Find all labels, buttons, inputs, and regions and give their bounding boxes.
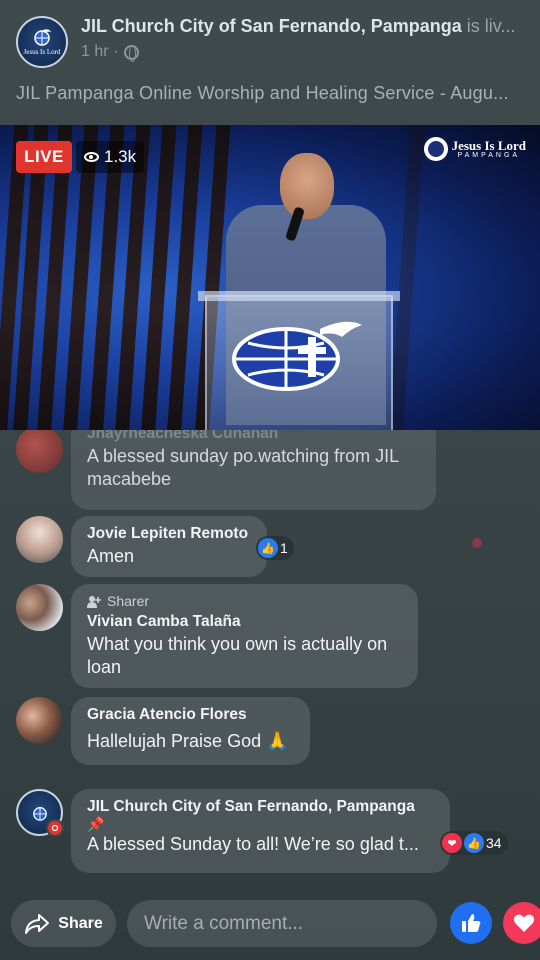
brand-name: Jesus Is Lord (451, 138, 526, 153)
thumbs-up-icon (462, 914, 481, 932)
sharer-label: Sharer (107, 593, 150, 609)
sharer-icon (87, 595, 101, 608)
like-button[interactable] (450, 902, 492, 944)
sharer-badge: Sharer (87, 593, 402, 609)
comment-text: A blessed sunday po.watching from JIL ma… (87, 446, 399, 489)
comment-text: Hallelujah Praise God 🙏 (87, 731, 289, 751)
page-name[interactable]: JIL Church City of San Fernando, Pampang… (81, 16, 462, 36)
jil-logo-icon (34, 29, 51, 46)
love-button[interactable] (503, 902, 540, 944)
comment-bubble[interactable]: Jovie Lepiten Remoto Amen (71, 516, 267, 577)
commenter-name[interactable]: Vivian Camba Talaña (87, 613, 402, 631)
commenter-avatar[interactable] (16, 584, 63, 631)
live-indicator-icon (46, 819, 64, 837)
viewer-count: 1.3k (104, 147, 137, 166)
brand-location: PAMPANGA (457, 152, 521, 159)
live-status-text: is liv... (466, 16, 516, 36)
comment-text: What you think you own is actually on lo… (87, 634, 388, 677)
commenter-name[interactable]: Jovie Lepiten Remoto (87, 525, 251, 543)
comment-text: A blessed Sunday to all! We’re so glad t… (87, 834, 419, 854)
brand-logo-icon (423, 137, 448, 161)
share-button[interactable]: Share (11, 900, 116, 947)
post-header: Jesus Is Lord JIL Church City of San Fer… (0, 0, 540, 125)
speaker-head (280, 153, 334, 219)
bottom-action-bar: Share (0, 893, 540, 960)
eye-icon (84, 152, 99, 162)
jil-logo-icon (32, 806, 47, 821)
reaction-summary[interactable]: ❤ 👍 34 (440, 831, 508, 855)
reaction-summary[interactable]: 👍 1 (256, 536, 294, 560)
share-arrow-icon (25, 913, 50, 934)
broadcast-watermark: Jesus Is Lord PAMPANGA (423, 137, 526, 161)
page-avatar[interactable]: Jesus Is Lord (16, 16, 68, 68)
pin-icon: 📌 (87, 816, 105, 832)
commenter-avatar[interactable] (16, 516, 63, 563)
commenter-name[interactable]: Gracia Atencio Flores (87, 706, 294, 724)
video-title[interactable]: JIL Pampanga Online Worship and Healing … (16, 83, 526, 104)
comment-bubble[interactable]: Sharer Vivian Camba Talaña What you thin… (71, 584, 418, 688)
love-reaction-icon: ❤ (442, 833, 462, 853)
like-reaction-icon: 👍 (258, 538, 278, 558)
podium-logo-icon (232, 321, 362, 391)
comment-bubble[interactable]: JIL Church City of San Fernando, Pampang… (71, 789, 450, 873)
commenter-avatar[interactable] (16, 430, 63, 473)
comment-bubble[interactable]: Gracia Atencio Flores Hallelujah Praise … (71, 697, 310, 765)
heart-icon (513, 914, 535, 932)
like-reaction-icon: 👍 (464, 833, 484, 853)
post-meta: 1 hr · (81, 43, 139, 62)
post-title-line[interactable]: JIL Church City of San Fernando, Pampang… (81, 16, 521, 37)
comment-feed[interactable]: Jhayrheacheska Cunanan A blessed sunday … (0, 430, 540, 890)
globe-icon (123, 44, 139, 62)
live-video-player[interactable]: LIVE 1.3k Jesus Is Lord PAMPANGA (0, 125, 540, 430)
avatar-logo-text: Jesus Is Lord (23, 48, 61, 56)
floating-heart-icon (472, 538, 482, 548)
post-time[interactable]: 1 hr (81, 43, 109, 61)
viewer-count-badge: 1.3k (76, 141, 145, 173)
comment-text: Amen (87, 546, 135, 566)
reaction-count: 34 (486, 835, 502, 851)
comment-input[interactable] (127, 900, 437, 947)
live-badge: LIVE (16, 141, 72, 173)
reaction-count: 1 (280, 540, 288, 556)
comment-bubble[interactable]: Jhayrheacheska Cunanan A blessed sunday … (71, 430, 436, 510)
meta-separator: · (113, 43, 119, 60)
commenter-avatar[interactable] (16, 697, 63, 744)
share-label: Share (58, 914, 103, 932)
commenter-name[interactable]: JIL Church City of San Fernando, Pampang… (87, 798, 434, 816)
commenter-name[interactable]: Jhayrheacheska Cunanan (87, 430, 420, 443)
